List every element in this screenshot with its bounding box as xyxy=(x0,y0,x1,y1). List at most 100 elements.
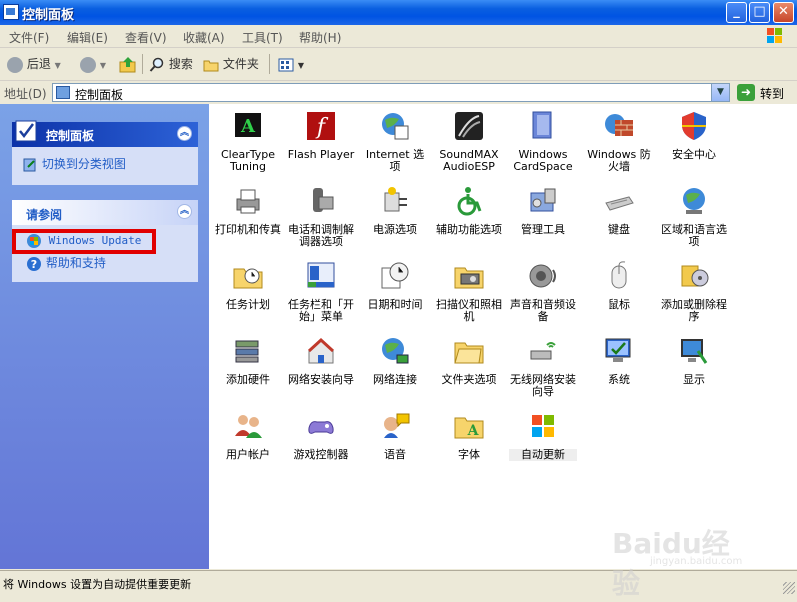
scanner-camera-icon xyxy=(454,267,484,289)
menu-view[interactable]: 查看(V) xyxy=(125,29,167,46)
globe-icon xyxy=(683,188,705,214)
maximize-button[interactable]: □ xyxy=(749,2,770,23)
cleartype-icon: A xyxy=(235,113,261,137)
accessibility-icon xyxy=(457,187,482,216)
address-dropdown-button[interactable]: ▼ xyxy=(711,84,729,101)
folders-button[interactable]: 文件夹 xyxy=(203,53,259,75)
folders-label: 文件夹 xyxy=(222,57,259,71)
see-also-header[interactable]: 请参阅 ︽ xyxy=(12,200,198,225)
item-automatic-updates[interactable]: 自动更新 xyxy=(509,410,577,461)
item-power-options[interactable]: 电源选项 xyxy=(361,185,429,236)
item-network-connections[interactable]: 网络连接 xyxy=(361,335,429,386)
keyboard-icon xyxy=(605,196,634,211)
switch-category-view-link[interactable]: 切换到分类视图 xyxy=(22,155,126,173)
address-label: 地址(D) xyxy=(4,87,47,101)
item-wireless-network-wizard[interactable]: 无线网络安装向导 xyxy=(509,335,577,398)
item-admin-tools[interactable]: 管理工具 xyxy=(509,185,577,236)
item-accessibility-options[interactable]: 辅助功能选项 xyxy=(435,185,503,236)
address-input[interactable]: 控制面板 ▼ xyxy=(52,83,730,102)
item-printers-faxes[interactable]: 打印机和传真 xyxy=(214,185,282,236)
item-soundmax-audioesp[interactable]: SoundMAX AudioESP xyxy=(435,110,503,173)
resize-grip[interactable] xyxy=(783,582,795,594)
forward-arrow-icon xyxy=(80,56,96,73)
menu-help[interactable]: 帮助(H) xyxy=(299,29,341,46)
task-pane: 控制面板 ︽ 切换到分类视图 请参阅 ︽ Windows Update ? 帮助… xyxy=(0,104,209,569)
status-bar: 将 Windows 设置为自动提供重要更新 xyxy=(0,570,797,596)
minimize-button[interactable]: _ xyxy=(726,2,747,23)
address-value: 控制面板 xyxy=(75,88,124,102)
item-phone-modem[interactable]: 电话和调制解调器选项 xyxy=(287,185,355,248)
menu-edit[interactable]: 编辑(E) xyxy=(67,29,108,46)
network-setup-icon xyxy=(307,337,335,364)
window-title: 控制面板 xyxy=(22,8,75,23)
item-flash-player[interactable]: f Flash Player xyxy=(287,110,355,161)
category-view-icon xyxy=(23,158,36,171)
watermark-sub: jingyan.baidu.com xyxy=(650,556,743,567)
control-panel-icon xyxy=(15,120,37,142)
item-sounds-audio-devices[interactable]: 声音和音频设备 xyxy=(509,260,577,323)
admin-tools-icon xyxy=(530,188,556,212)
cardspace-icon xyxy=(532,111,552,139)
item-display[interactable]: 显示 xyxy=(660,335,728,386)
item-windows-cardspace[interactable]: Windows CardSpace xyxy=(509,110,577,173)
item-mouse[interactable]: 鼠标 xyxy=(585,260,653,311)
add-remove-programs-icon xyxy=(681,265,709,287)
item-keyboard[interactable]: 键盘 xyxy=(585,185,653,236)
taskbar-icon xyxy=(307,262,335,288)
windows-logo-icon xyxy=(767,28,782,43)
automatic-updates-icon xyxy=(532,415,554,437)
item-fonts[interactable]: A 字体 xyxy=(435,410,503,461)
internet-options-icon xyxy=(382,113,409,140)
folder-icon xyxy=(203,60,219,71)
watermark: Baidu经验 jingyan.baidu.com xyxy=(612,522,752,600)
menu-favorites[interactable]: 收藏(A) xyxy=(183,29,225,46)
item-scheduled-tasks[interactable]: 任务计划 xyxy=(214,260,282,311)
title-bar: 控制面板 _ □ ✕ xyxy=(0,0,797,25)
flash-icon: f xyxy=(307,112,335,140)
item-regional-language[interactable]: 区域和语言选项 xyxy=(660,185,728,248)
item-windows-firewall[interactable]: Windows 防火墙 xyxy=(585,110,653,173)
item-system[interactable]: 系统 xyxy=(585,335,653,386)
collapse-button[interactable]: ︽ xyxy=(177,204,192,219)
item-internet-options[interactable]: Internet 选项 xyxy=(361,110,429,173)
item-date-time[interactable]: 日期和时间 xyxy=(361,260,429,311)
close-button[interactable]: ✕ xyxy=(773,2,794,23)
item-security-center[interactable]: 安全中心 xyxy=(660,110,728,161)
system-icon xyxy=(605,338,631,362)
toolbar: 后退 ▼ ▼ 搜索 文件夹 ▼ xyxy=(0,48,797,81)
go-arrow-icon[interactable]: ➜ xyxy=(737,84,755,101)
display-icon xyxy=(681,339,708,364)
item-folder-options[interactable]: 文件夹选项 xyxy=(435,335,503,386)
search-icon xyxy=(149,57,164,72)
back-label: 后退 xyxy=(26,57,51,71)
item-user-accounts[interactable]: 用户帐户 xyxy=(214,410,282,461)
forward-button[interactable]: ▼ xyxy=(80,53,106,75)
item-scanners-cameras[interactable]: 扫描仪和照相机 xyxy=(435,260,503,323)
folder-options-icon xyxy=(454,342,484,364)
item-add-hardware[interactable]: 添加硬件 xyxy=(214,335,282,386)
firewall-icon xyxy=(605,114,633,136)
search-button[interactable]: 搜索 xyxy=(149,53,193,75)
item-network-setup-wizard[interactable]: 网络安装向导 xyxy=(287,335,355,386)
item-add-remove-programs[interactable]: 添加或删除程序 xyxy=(660,260,728,323)
up-folder-button[interactable] xyxy=(119,53,137,75)
svg-text:?: ? xyxy=(31,258,37,271)
search-label: 搜索 xyxy=(168,57,193,71)
collapse-button[interactable]: ︽ xyxy=(177,126,192,141)
go-button[interactable]: 转到 xyxy=(760,85,784,102)
control-panel-box-header[interactable]: 控制面板 ︽ xyxy=(12,120,198,147)
menu-tools[interactable]: 工具(T) xyxy=(242,29,283,46)
mouse-icon xyxy=(611,261,627,289)
views-button[interactable]: ▼ xyxy=(278,53,304,75)
back-button[interactable]: 后退 ▼ xyxy=(7,53,61,75)
phone-modem-icon xyxy=(313,188,334,212)
menu-file[interactable]: 文件(F) xyxy=(9,29,49,46)
item-cleartype-tuning[interactable]: A ClearType Tuning xyxy=(214,110,282,173)
switch-category-view-label: 切换到分类视图 xyxy=(41,157,126,171)
item-speech[interactable]: 语音 xyxy=(361,410,429,461)
add-hardware-icon xyxy=(235,340,259,363)
up-folder-icon xyxy=(119,56,136,72)
item-taskbar-start-menu[interactable]: 任务栏和「开始」菜单 xyxy=(287,260,355,323)
help-support-link[interactable]: ? 帮助和支持 xyxy=(26,254,106,272)
item-game-controllers[interactable]: 游戏控制器 xyxy=(287,410,355,461)
